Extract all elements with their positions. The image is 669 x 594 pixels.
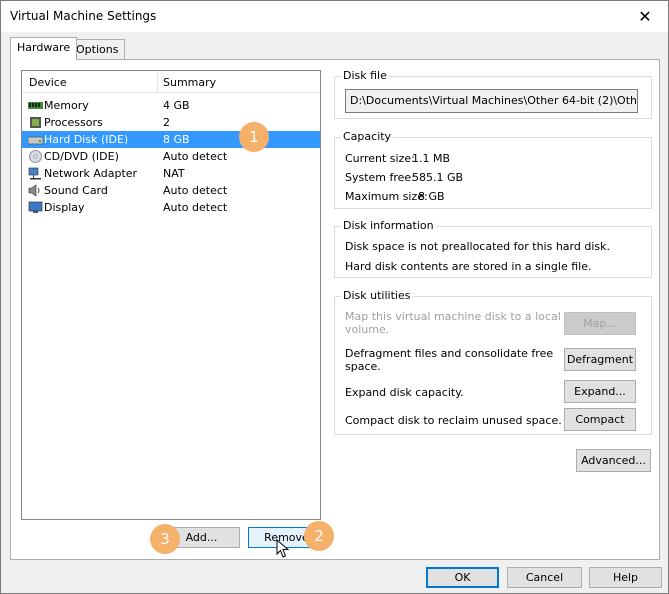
window-title: Virtual Machine Settings — [10, 9, 157, 23]
annotation-badge-3: 3 — [150, 524, 180, 554]
close-icon: ✕ — [638, 7, 652, 26]
current-size-value: 1.1 MB — [412, 152, 451, 165]
device-summary: 4 GB — [163, 99, 190, 112]
disk-utilities-group: Disk utilities Map this virtual machine … — [334, 289, 652, 435]
map-button-label: Map... — [583, 317, 617, 330]
device-row-cd-dvd[interactable]: CD/DVD (IDE) Auto detect — [22, 148, 320, 165]
disk-info-line-1: Disk space is not preallocated for this … — [345, 240, 610, 253]
help-button-label: Help — [612, 571, 639, 584]
device-name: Display — [44, 201, 85, 214]
capacity-legend: Capacity — [341, 130, 394, 143]
annotation-badge-1: 1 — [239, 122, 269, 152]
network-adapter-icon — [28, 167, 41, 180]
title-bar: Virtual Machine Settings ✕ — [1, 1, 668, 32]
disk-information-group: Disk information Disk space is not preal… — [334, 219, 652, 278]
column-separator[interactable] — [157, 71, 158, 93]
disk-file-group: Disk file D:\Documents\Virtual Machines\… — [334, 69, 652, 119]
system-free-label: System free: — [345, 171, 415, 184]
system-free-value: 585.1 GB — [412, 171, 464, 184]
device-row-network-adapter[interactable]: Network Adapter NAT — [22, 165, 320, 182]
expand-button-label: Expand... — [574, 385, 626, 398]
map-description-line-2: volume. — [345, 323, 390, 336]
device-name: Network Adapter — [44, 167, 138, 180]
display-icon — [28, 201, 43, 213]
cancel-button[interactable]: Cancel — [507, 567, 582, 588]
device-row-sound-card[interactable]: Sound Card Auto detect — [22, 182, 320, 199]
disk-file-legend: Disk file — [341, 69, 389, 82]
advanced-button-label: Advanced... — [581, 454, 646, 467]
map-button[interactable]: Map... — [564, 312, 636, 335]
disk-file-path-field[interactable]: D:\Documents\Virtual Machines\Other 64-b… — [345, 89, 638, 113]
ok-button-label: OK — [454, 571, 471, 584]
device-row-hard-disk[interactable]: Hard Disk (IDE) 8 GB — [22, 131, 320, 148]
compact-description: Compact disk to reclaim unused space. — [345, 414, 562, 427]
tab-options[interactable]: Options — [69, 39, 126, 59]
device-row-display[interactable]: Display Auto detect — [22, 199, 320, 216]
device-summary: NAT — [163, 167, 185, 180]
cd-dvd-icon — [29, 150, 42, 163]
device-summary: Auto detect — [163, 201, 228, 214]
settings-window: Virtual Machine Settings ✕ Hardware Opti… — [0, 0, 669, 594]
column-header-device[interactable]: Device — [29, 76, 67, 89]
maximum-size-label: Maximum size: — [345, 190, 428, 203]
mouse-pointer-icon — [276, 539, 290, 558]
device-name: CD/DVD (IDE) — [44, 150, 119, 163]
ok-button[interactable]: OK — [426, 567, 499, 588]
device-name: Memory — [44, 99, 89, 112]
device-row-processors[interactable]: Processors 2 — [22, 114, 320, 131]
device-name: Hard Disk (IDE) — [44, 133, 129, 146]
close-button[interactable]: ✕ — [622, 1, 668, 32]
defragment-button-label: Defragment — [566, 353, 634, 366]
add-button-label: Add... — [185, 531, 218, 544]
device-row-memory[interactable]: Memory 4 GB — [22, 97, 320, 114]
memory-icon — [28, 102, 43, 109]
disk-information-legend: Disk information — [341, 219, 436, 232]
device-summary: Auto detect — [163, 184, 228, 197]
help-button[interactable]: Help — [589, 567, 662, 588]
current-size-label: Current size: — [345, 152, 415, 165]
maximum-size-value: 8 GB — [418, 190, 445, 203]
cancel-button-label: Cancel — [525, 571, 564, 584]
tab-hardware-label: Hardware — [17, 41, 71, 54]
defragment-description-line-1: Defragment files and consolidate free — [345, 347, 554, 360]
tab-options-label: Options — [76, 43, 119, 56]
disk-utilities-legend: Disk utilities — [341, 289, 413, 302]
device-list[interactable]: Device Summary Memory 4 GB Processors 2 … — [21, 70, 321, 520]
hardware-panel: Device Summary Memory 4 GB Processors 2 … — [10, 59, 660, 560]
device-summary: 2 — [163, 116, 170, 129]
list-header: Device Summary — [22, 71, 320, 93]
column-header-summary[interactable]: Summary — [163, 76, 216, 89]
device-summary: 8 GB — [163, 133, 190, 146]
compact-button-label: Compact — [575, 413, 625, 426]
defragment-description-line-2: space. — [345, 360, 381, 373]
processor-icon — [30, 117, 41, 128]
compact-button[interactable]: Compact — [564, 408, 636, 431]
expand-description: Expand disk capacity. — [345, 386, 464, 399]
hard-disk-icon — [28, 136, 43, 145]
defragment-button[interactable]: Defragment — [564, 348, 636, 371]
sound-card-icon — [28, 184, 40, 197]
tab-hardware[interactable]: Hardware — [10, 37, 78, 60]
device-summary: Auto detect — [163, 150, 228, 163]
advanced-button[interactable]: Advanced... — [576, 449, 651, 472]
capacity-group: Capacity Current size: 1.1 MB System fre… — [334, 130, 652, 209]
annotation-badge-2: 2 — [304, 521, 334, 551]
device-name: Processors — [44, 116, 103, 129]
map-description-line-1: Map this virtual machine disk to a local — [345, 310, 561, 323]
expand-button[interactable]: Expand... — [564, 380, 636, 403]
disk-info-line-2: Hard disk contents are stored in a singl… — [345, 260, 592, 273]
device-name: Sound Card — [44, 184, 108, 197]
